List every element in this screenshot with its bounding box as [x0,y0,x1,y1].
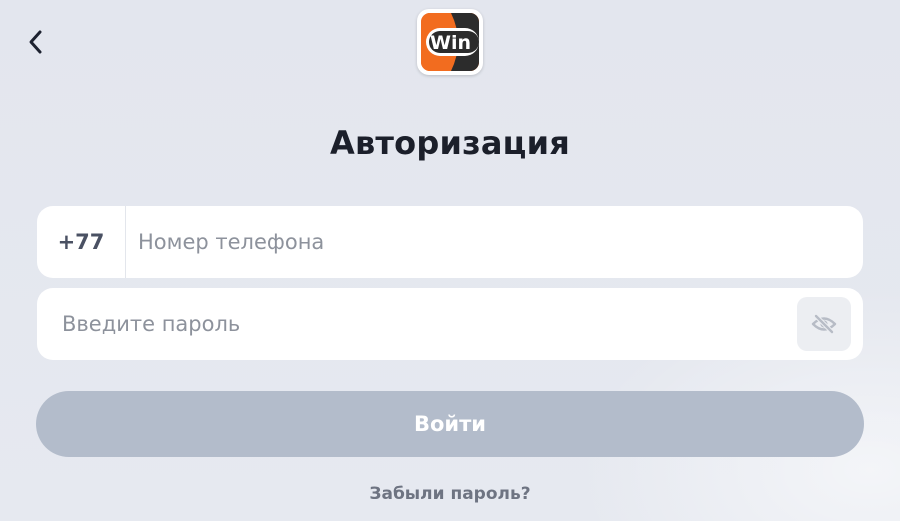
app-logo: Win [417,9,483,75]
back-button[interactable] [18,24,54,60]
forgot-password-link[interactable]: Забыли пароль? [0,484,900,504]
logo-badge: Win [421,13,479,71]
header: Win [0,0,900,92]
logo-text: Win [430,32,471,54]
country-code-prefix[interactable]: +77 [37,206,126,278]
chevron-left-icon [29,30,42,54]
password-input[interactable] [62,288,792,360]
page-title: Авторизация [330,124,570,162]
logo-icon: Win [421,13,479,71]
login-button[interactable]: Войти [36,391,864,457]
password-visibility-toggle[interactable] [797,297,851,351]
phone-input[interactable] [138,206,838,278]
eye-off-icon [811,314,837,334]
phone-field: +77 [37,206,863,278]
password-field [37,288,863,360]
